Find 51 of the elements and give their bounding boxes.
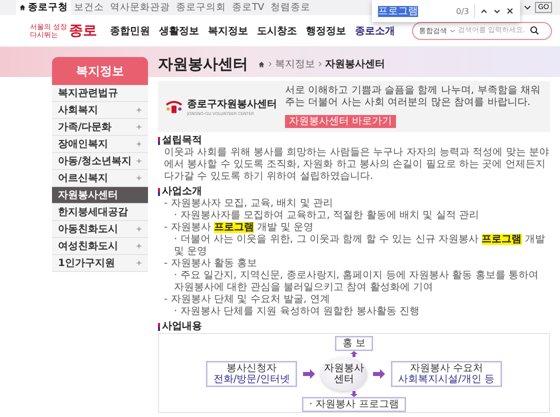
find-field[interactable]: 프로그램: [378, 4, 452, 18]
node-detail: 전화/방문/인터넷: [213, 374, 290, 385]
sidebar-item[interactable]: 어르신복지: [52, 170, 148, 187]
nav-link[interactable]: 종합민원: [110, 24, 150, 38]
top-link[interactable]: 종로TV: [229, 0, 268, 15]
section-heading: 설립목적: [162, 135, 202, 147]
banner-description: 서로 이해하고 기쁨과 슬픔을 함께 나누며, 부족함을 채워주는 더불어 사는 사회 여러분의 많은 참여를 바랍니다.: [285, 85, 542, 109]
breadcrumb-link[interactable]: 복지정보: [275, 57, 315, 71]
node-label: · 자원봉사 프로그램: [309, 399, 399, 410]
list-item: · 주요 일간지, 지역신문, 종로사랑지, 홈페이지 등에 자원봉사 활동 홍보를 통하여 자원봉사에 대한 관심을 불러일으키고 참여 활성화에 기여: [173, 270, 540, 294]
node-detail: 사회복지시설/개인 등: [398, 374, 495, 385]
nav-link[interactable]: 행정정보: [306, 24, 346, 38]
sidebar-item[interactable]: 아동/청소년복지: [52, 153, 148, 170]
match-count: 0/3: [456, 6, 469, 16]
nav-link[interactable]: 종로소개: [355, 24, 396, 38]
sidebar-item[interactable]: 1인가구지원: [52, 255, 148, 272]
section-heading: 사업소개: [162, 186, 202, 198]
sidebar-item[interactable]: 장애인복지: [52, 136, 148, 153]
top-link[interactable]: 보건소: [71, 0, 107, 15]
list-item: · 자원봉사자를 모집하여 교육하고, 적절한 활동에 배치 및 실적 관리: [173, 210, 480, 222]
org-name: 종로구자원봉사센터: [187, 98, 277, 111]
list-item: · 더불어 사는 이웃을 위한, 그 이웃과 함께 할 수 있는 신규 자원봉사 프로그램 개발 및 운영: [173, 234, 546, 258]
sidebar-item[interactable]: 사회복지: [52, 102, 148, 119]
list-item: - 자원봉사 활동 홍보: [164, 258, 258, 270]
sidebar-title: 복지정보: [52, 57, 148, 85]
top-link[interactable]: 종로구의회: [173, 0, 229, 15]
nav-link[interactable]: 도시창조: [257, 24, 298, 38]
sidebar-item[interactable]: 가족/다문화: [52, 119, 148, 136]
nav-link[interactable]: 복지정보: [208, 24, 248, 38]
top-link[interactable]: 역사문화관광: [107, 0, 173, 15]
nav-link[interactable]: 생활정보: [159, 24, 200, 38]
node-label: 봉사신청자: [226, 363, 277, 374]
sidebar-item[interactable]: 자원봉사센터: [52, 187, 148, 204]
sidebar-item[interactable]: 아동친화도시: [52, 221, 148, 238]
paragraph: 이웃과 사회를 위해 봉사를 희망하는 사람들은 누구나 자자의 능력과 적성에 맞는 분야에서 봉사할 수 있도록 조직화, 자원화 하고 봉사의 손길이 필요로 하는 곳에 언제든지 다가갈 수 있도록 하기 위하여 설립하였습니다.: [164, 147, 550, 183]
list-item: - 자원봉사자 모집, 교육, 배치 및 관리: [164, 198, 334, 210]
list-item: · 자원봉사 단체를 지원 육성하여 원할한 봉사활동 진행: [173, 306, 420, 318]
center-node: 자원봉사센터: [321, 357, 368, 391]
page-title: 자원봉사센터: [158, 55, 248, 73]
logo-text: 종로: [69, 22, 98, 40]
list-item: - 자원봉사 단체 및 수요처 발굴, 연계: [164, 294, 331, 306]
sidebar-item[interactable]: 복지관련법규: [52, 85, 148, 102]
top-link[interactable]: 종로구청: [16, 0, 71, 15]
section-heading: 사업내용: [162, 321, 202, 333]
node-label: 자원봉사 수요처: [410, 363, 483, 374]
node-label: 홍 보: [342, 338, 366, 349]
sidebar-item[interactable]: 여성친화도시: [52, 238, 148, 255]
sidebar-item[interactable]: 한지붕세대공감: [52, 204, 148, 221]
top-link[interactable]: 청렴종로: [267, 0, 314, 15]
breadcrumb-link[interactable]: 자원봉사센터: [325, 57, 385, 71]
list-item: - 자원봉사 프로그램 개발 및 운영: [164, 222, 315, 234]
